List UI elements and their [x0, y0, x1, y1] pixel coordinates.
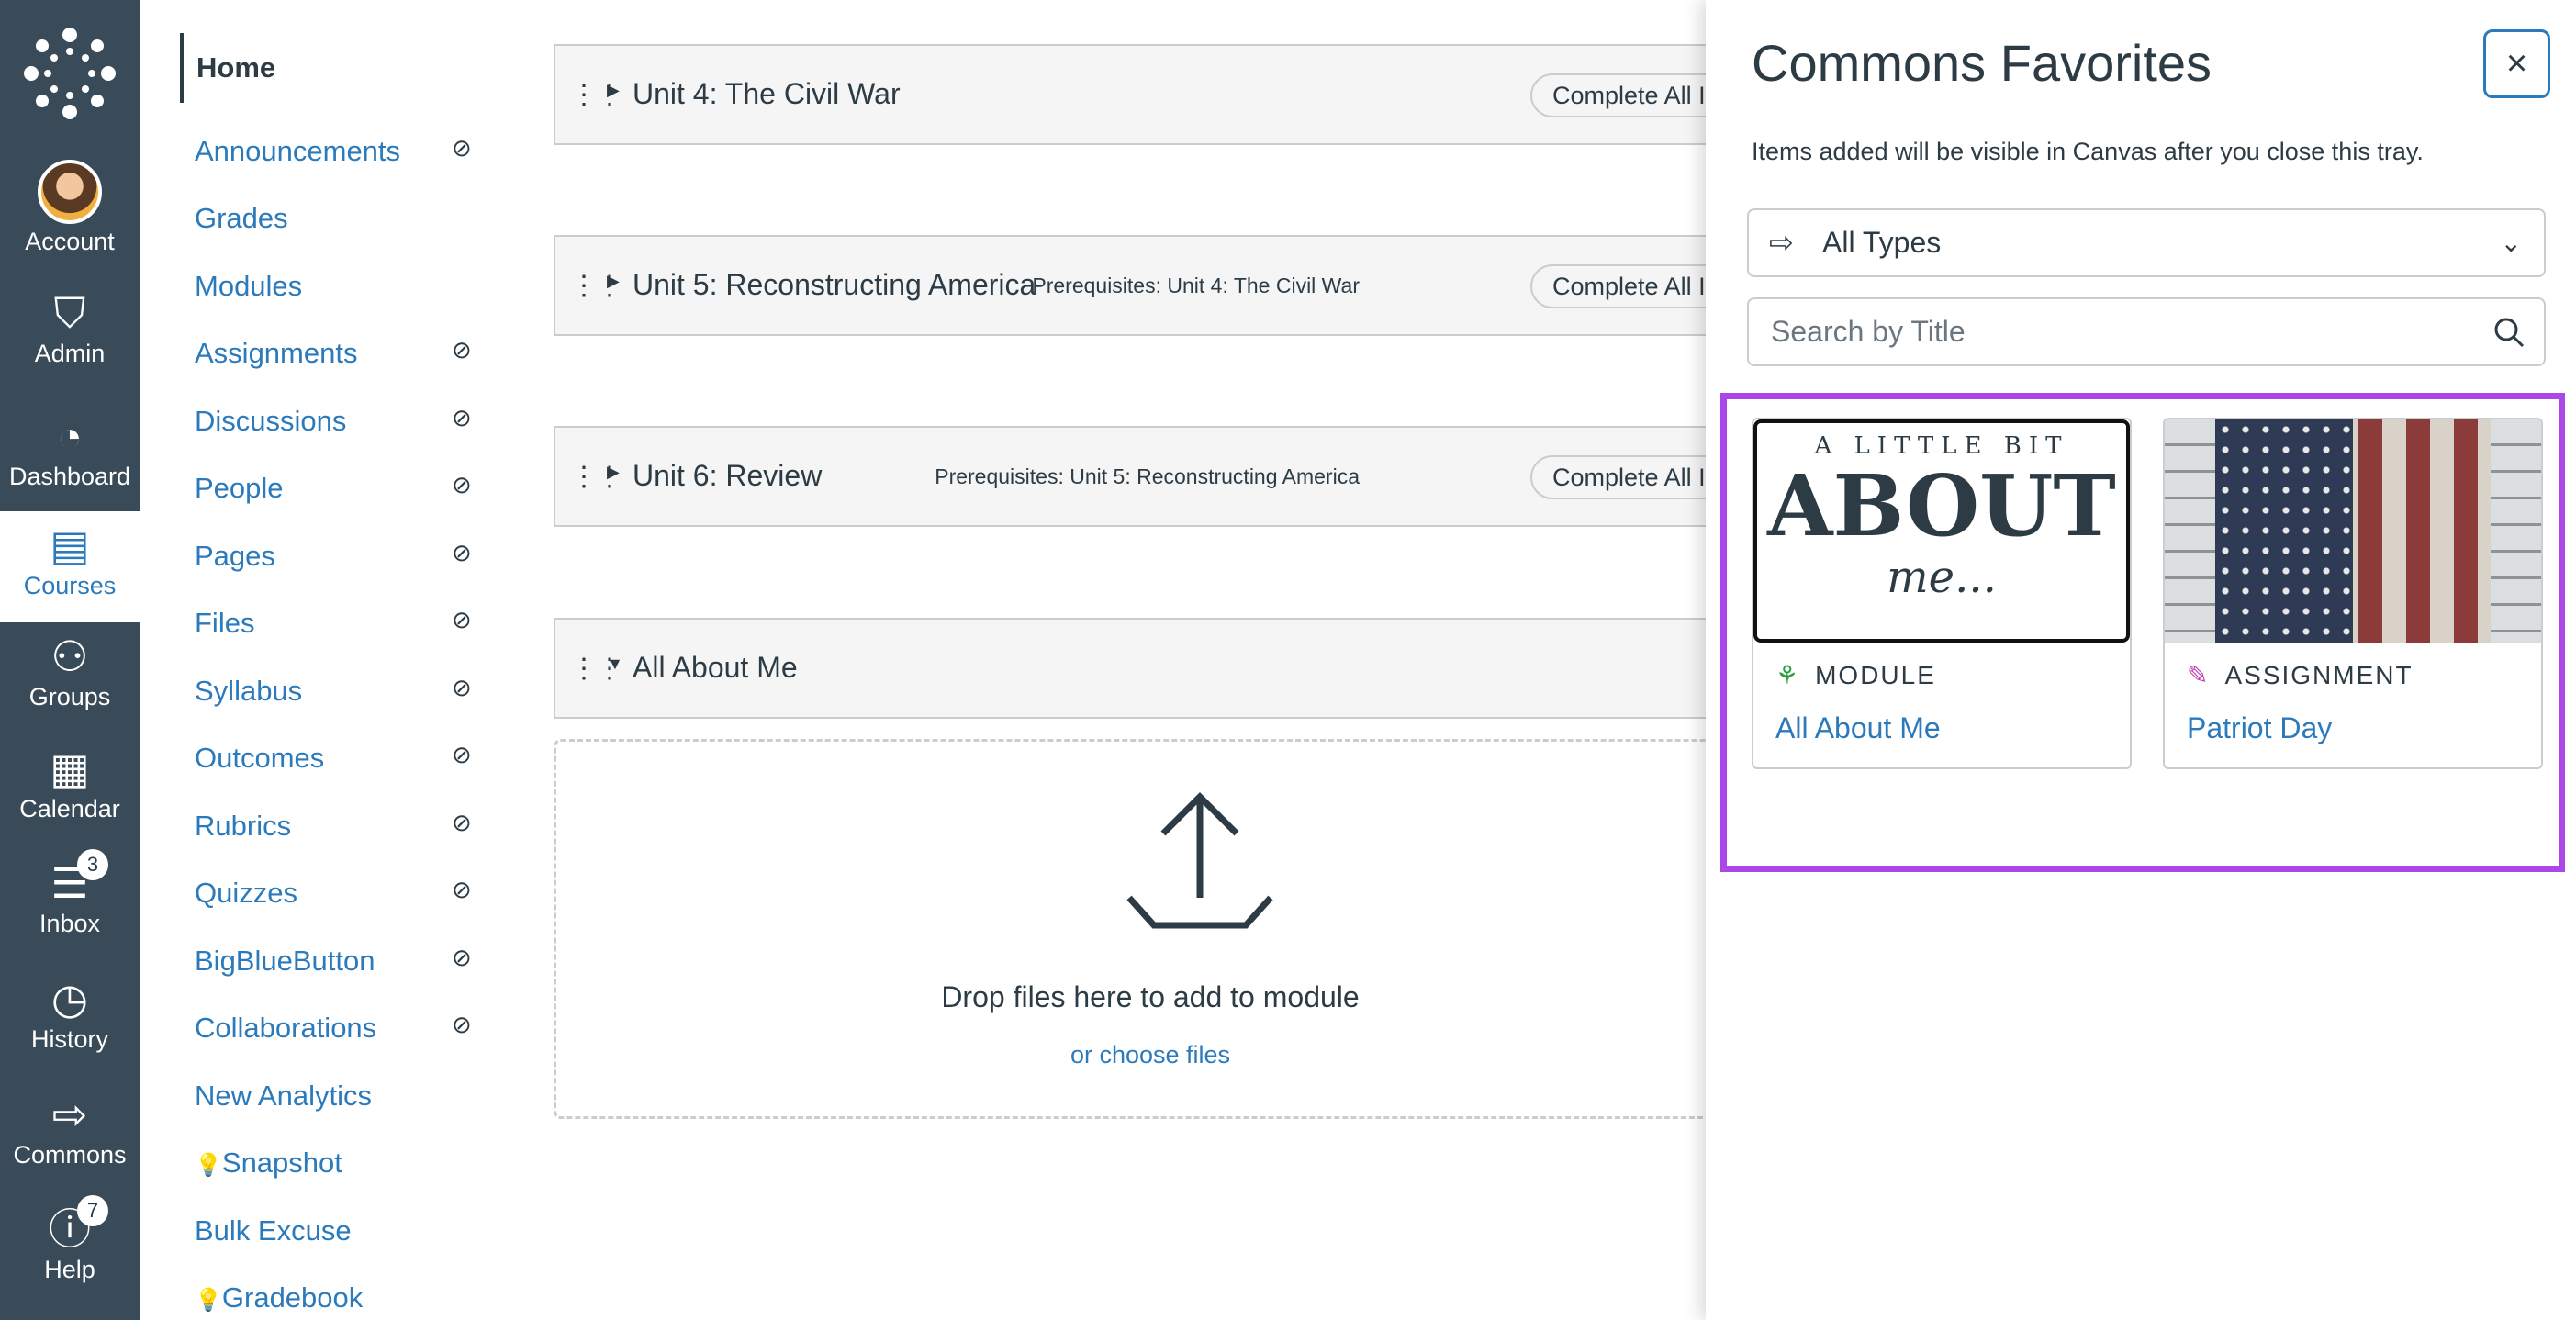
course-nav-people[interactable]: People	[195, 470, 284, 507]
calendar-icon: ▦	[50, 744, 90, 792]
dashboard-icon: ◔	[57, 412, 83, 460]
hidden-eye-icon: ⊘	[452, 673, 472, 701]
commons-favorites-tray: Commons Favorites × Items added will be …	[1706, 0, 2576, 1320]
type-select[interactable]: ⇨ All Types ⌄	[1747, 208, 2546, 277]
dropzone-text: Drop files here to add to module	[941, 980, 1360, 1013]
module-header[interactable]: ⋮⋮ ▶ Unit 6: Review Prerequisites: Unit 5: …	[554, 426, 1769, 527]
nav-history[interactable]: ◷ History	[0, 972, 140, 1054]
card-title-link[interactable]: All About Me	[1775, 711, 1941, 745]
course-nav-syllabus[interactable]: Syllabus	[195, 673, 302, 710]
caret-down-icon[interactable]: ▼	[607, 654, 623, 674]
nav-dashboard[interactable]: ◔ Dashboard	[0, 409, 140, 491]
hidden-eye-icon: ⊘	[452, 471, 472, 498]
upload-icon	[1126, 792, 1273, 929]
nav-help[interactable]: ⓘ Help 7	[0, 1195, 140, 1284]
prerequisites: Prerequisites: Unit 4: The Civil War	[1032, 274, 1360, 297]
course-nav-grades[interactable]: Grades	[195, 200, 288, 237]
favorite-card[interactable]: ✎ ASSIGNMENT Patriot Day	[2163, 418, 2543, 769]
hidden-eye-icon: ⊘	[452, 133, 472, 162]
hidden-eye-icon: ⊘	[452, 876, 472, 903]
about-me-image: A LITTLE BIT ABOUT me...	[1753, 419, 2130, 643]
course-nav-pages[interactable]: Pages	[195, 538, 275, 575]
hidden-eye-icon: ⊘	[452, 336, 472, 364]
prerequisites: Prerequisites: Unit 5: Reconstructing Am…	[935, 464, 1360, 488]
module-header[interactable]: ⋮⋮ ▼ All About Me	[554, 618, 1747, 719]
search-input[interactable]: Search by Title	[1747, 297, 2546, 366]
card-title-link[interactable]: Patriot Day	[2187, 711, 2332, 745]
course-nav-home[interactable]: Home	[180, 33, 275, 103]
inbox-badge: 3	[77, 849, 108, 880]
inbox-icon: ☰	[50, 859, 89, 907]
commons-icon: ⇨	[51, 1091, 88, 1138]
nav-admin[interactable]: ⛉ Admin	[0, 286, 140, 368]
tray-description: Items added will be visible in Canvas af…	[1752, 138, 2424, 165]
course-nav-snapshot[interactable]: 💡Snapshot	[195, 1145, 342, 1181]
caret-right-icon[interactable]: ▶	[607, 463, 620, 482]
hidden-eye-icon: ⊘	[452, 606, 472, 633]
assignment-icon: ✎	[2187, 661, 2211, 689]
nav-groups[interactable]: ⚇ Groups	[0, 630, 140, 711]
courses-icon: ▤	[50, 521, 90, 569]
nav-courses[interactable]: ▤ Courses	[0, 511, 140, 622]
course-nav-assignments[interactable]: Assignments	[195, 335, 357, 372]
module-header[interactable]: ⋮⋮ ▶ Unit 4: The Civil War Complete All I	[554, 44, 1769, 145]
chevron-down-icon: ⌄	[2500, 229, 2522, 257]
course-nav-bulk-excuse[interactable]: Bulk Excuse	[195, 1213, 352, 1249]
course-nav-quizzes[interactable]: Quizzes	[195, 875, 297, 912]
nav-inbox[interactable]: ☰ Inbox 3	[0, 849, 140, 938]
tray-title: Commons Favorites	[1752, 34, 2212, 92]
commons-icon: ⇨	[1769, 226, 1794, 259]
caret-right-icon[interactable]: ▶	[607, 272, 620, 291]
course-nav-modules[interactable]: Modules	[195, 268, 302, 305]
file-dropzone[interactable]: Drop files here to add to module or choo…	[554, 739, 1747, 1119]
avatar	[38, 160, 102, 224]
module-header[interactable]: ⋮⋮ ▶ Unit 5: Reconstructing America Prerequ…	[554, 235, 1769, 336]
module-icon: ⚘	[1775, 661, 1801, 689]
hidden-eye-icon: ⊘	[452, 538, 472, 566]
groups-icon: ⚇	[50, 632, 89, 680]
lightbulb-icon: 💡	[195, 1288, 222, 1313]
course-nav-rubrics[interactable]: Rubrics	[195, 808, 291, 845]
hidden-eye-icon: ⊘	[452, 1011, 472, 1038]
lightbulb-icon: 💡	[195, 1153, 222, 1178]
nav-calendar[interactable]: ▦ Calendar	[0, 742, 140, 823]
course-nav-files[interactable]: Files	[195, 605, 254, 642]
help-icon: ⓘ	[49, 1205, 91, 1253]
global-nav: Account ⛉ Admin ◔ Dashboard ▤ Courses ⚇ Grou…	[0, 0, 140, 1320]
choose-files-link[interactable]: or choose files	[556, 1041, 1744, 1069]
course-nav-announcements[interactable]: Announcements	[195, 133, 400, 170]
hidden-eye-icon: ⊘	[452, 403, 472, 431]
course-nav-collaborations[interactable]: Collaborations	[195, 1010, 376, 1046]
hidden-eye-icon: ⊘	[452, 943, 472, 971]
course-nav-new-analytics[interactable]: New Analytics	[195, 1078, 372, 1114]
canvas-logo[interactable]	[24, 28, 116, 119]
caret-right-icon[interactable]: ▶	[607, 81, 620, 100]
hidden-eye-icon: ⊘	[452, 808, 472, 836]
search-icon	[2494, 318, 2525, 348]
nav-account[interactable]: Account	[0, 160, 140, 256]
course-nav-gradebook[interactable]: 💡Gradebook	[195, 1280, 363, 1316]
course-nav-outcomes[interactable]: Outcomes	[195, 740, 324, 777]
flag-image	[2165, 419, 2541, 643]
nav-commons[interactable]: ⇨ Commons	[0, 1088, 140, 1169]
favorite-card[interactable]: A LITTLE BIT ABOUT me... ⚘ MODULE All Abo…	[1752, 418, 2132, 769]
course-nav-discussions[interactable]: Discussions	[195, 403, 346, 440]
favorites-highlight: A LITTLE BIT ABOUT me... ⚘ MODULE All Abo…	[1720, 393, 2565, 872]
close-button[interactable]: ×	[2483, 29, 2550, 98]
help-badge: 7	[77, 1195, 108, 1226]
shield-key-icon: ⛉	[53, 289, 86, 337]
hidden-eye-icon: ⊘	[452, 741, 472, 768]
clock-icon: ◷	[50, 975, 89, 1023]
course-nav-bigbluebutton[interactable]: BigBlueButton	[195, 943, 375, 979]
